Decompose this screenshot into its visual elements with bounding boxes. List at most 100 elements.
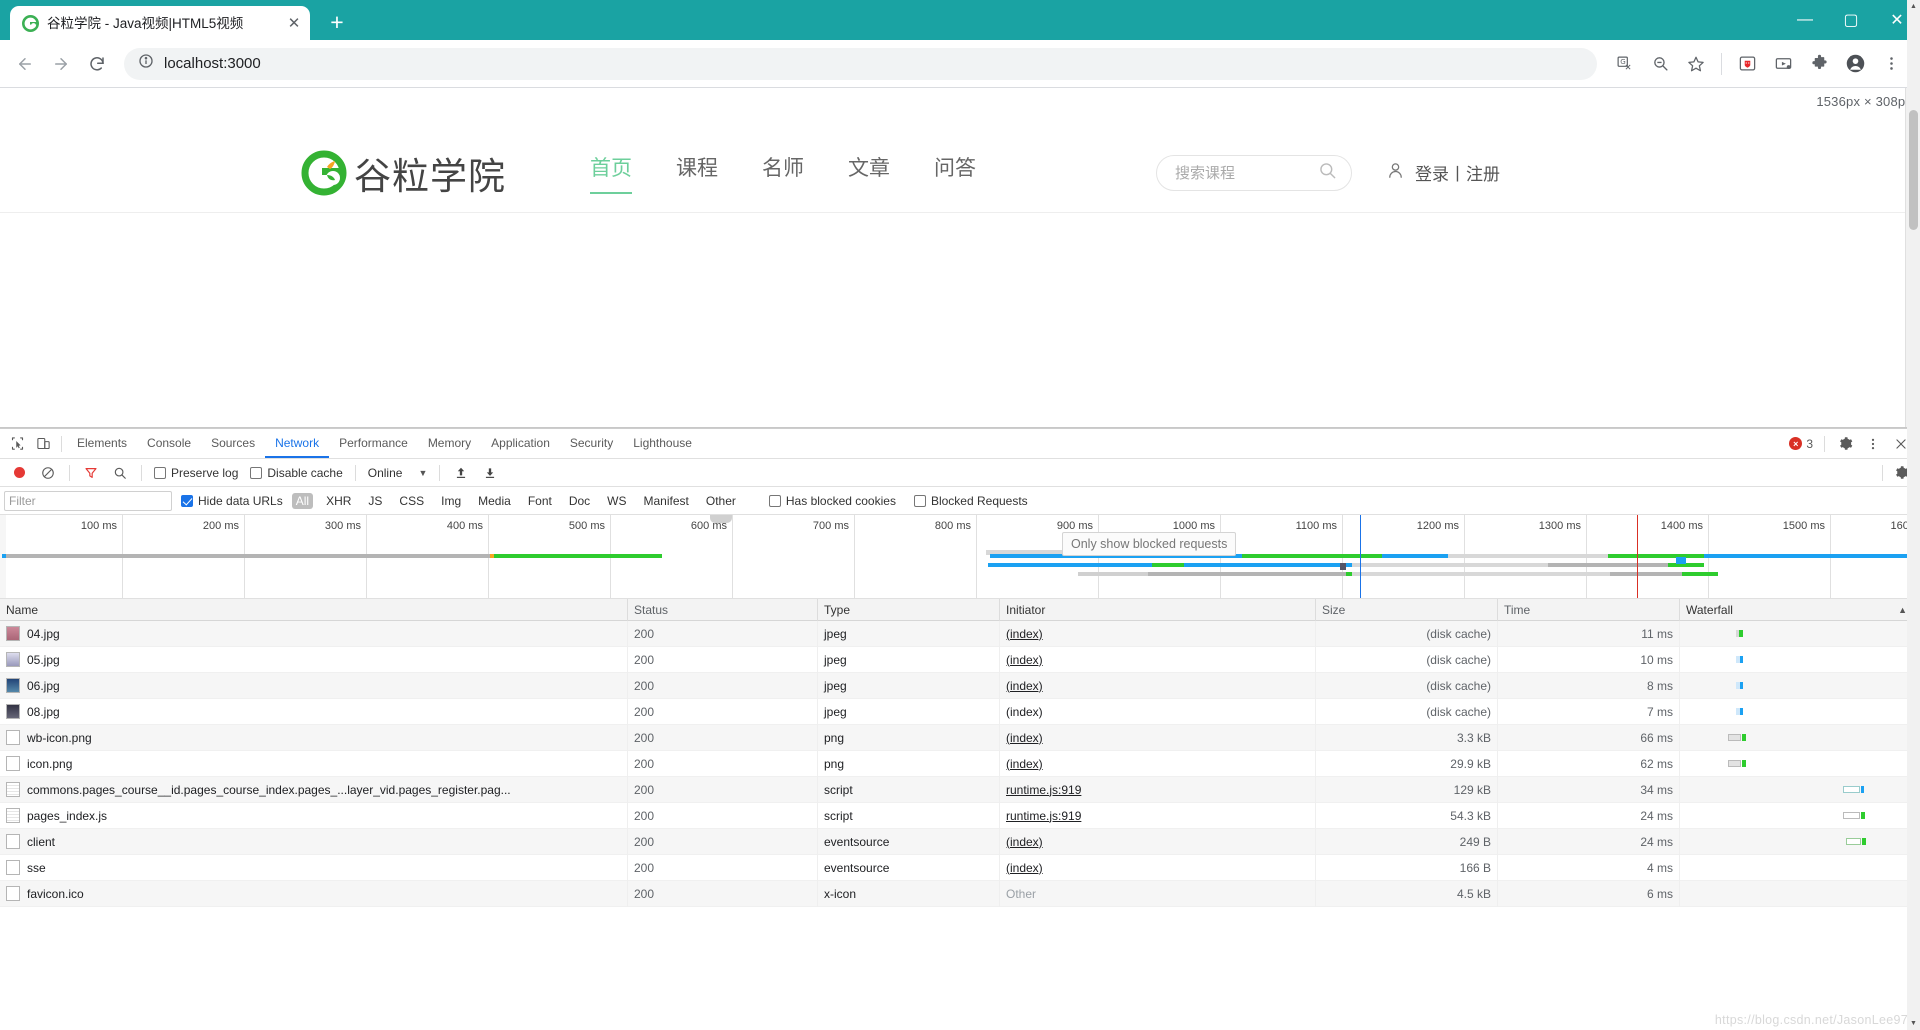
forward-arrow-icon[interactable] bbox=[44, 47, 78, 81]
login-register-link[interactable]: 登录丨注册 bbox=[1386, 160, 1500, 185]
minimize-icon[interactable]: ― bbox=[1782, 0, 1828, 40]
column-header-type[interactable]: Type bbox=[818, 599, 1000, 621]
inspect-element-icon[interactable] bbox=[4, 431, 30, 457]
request-initiator[interactable]: runtime.js:919 bbox=[1006, 809, 1081, 823]
column-header-name[interactable]: Name bbox=[0, 599, 628, 621]
new-tab-button[interactable]: + bbox=[320, 5, 354, 39]
nav-item-qa[interactable]: 问答 bbox=[934, 152, 976, 194]
has-blocked-cookies-box[interactable] bbox=[768, 494, 781, 507]
filter-type-all[interactable]: All bbox=[291, 492, 314, 509]
toggle-device-toolbar-icon[interactable] bbox=[30, 431, 56, 457]
preserve-log-checkbox[interactable]: Preserve log bbox=[154, 466, 238, 480]
filter-type-media[interactable]: Media bbox=[474, 493, 515, 509]
hide-data-urls-box[interactable] bbox=[181, 494, 193, 507]
request-initiator[interactable]: (index) bbox=[1006, 653, 1043, 667]
blocked-requests-checkbox[interactable]: Blocked Requests bbox=[913, 494, 1028, 508]
request-initiator[interactable]: (index) bbox=[1006, 627, 1043, 641]
column-header-time[interactable]: Time bbox=[1498, 599, 1680, 621]
table-row[interactable]: 08.jpg 200 jpeg (index) (disk cache) 7 m… bbox=[0, 698, 1920, 725]
request-initiator[interactable]: (index) bbox=[1006, 861, 1043, 875]
column-header-waterfall[interactable]: Waterfall ▲ bbox=[1680, 599, 1920, 621]
nav-item-courses[interactable]: 课程 bbox=[676, 152, 718, 194]
filter-type-ws[interactable]: WS bbox=[603, 493, 630, 509]
has-blocked-cookies-checkbox[interactable]: Has blocked cookies bbox=[768, 494, 896, 508]
table-row[interactable]: 05.jpg 200 jpeg (index) (disk cache) 10 … bbox=[0, 646, 1920, 673]
table-row[interactable]: pages_index.js 200 script runtime.js:919… bbox=[0, 802, 1920, 829]
table-row[interactable]: wb-icon.png 200 png (index) 3.3 kB 66 ms bbox=[0, 724, 1920, 751]
filter-type-other[interactable]: Other bbox=[702, 493, 740, 509]
course-search-input[interactable]: 搜索课程 bbox=[1156, 154, 1352, 191]
table-row[interactable]: icon.png 200 png (index) 29.9 kB 62 ms bbox=[0, 750, 1920, 777]
network-overview[interactable]: 100 ms 200 ms 300 ms 400 ms 500 ms 600 m… bbox=[0, 515, 1920, 599]
hide-data-urls-checkbox[interactable]: Hide data URLs bbox=[181, 494, 283, 508]
filter-type-img[interactable]: Img bbox=[437, 493, 465, 509]
table-scroll-down-arrow-icon[interactable]: ▼ bbox=[1907, 1017, 1920, 1030]
export-har-icon[interactable] bbox=[477, 460, 503, 486]
chevron-down-icon[interactable]: ▼ bbox=[418, 468, 427, 478]
nav-item-teachers[interactable]: 名师 bbox=[762, 152, 804, 194]
import-har-icon[interactable] bbox=[448, 460, 474, 486]
filter-type-xhr[interactable]: XHR bbox=[322, 493, 355, 509]
chrome-menu-icon[interactable] bbox=[1874, 47, 1908, 81]
error-count-badge[interactable]: × 3 bbox=[1789, 437, 1817, 451]
filter-type-js[interactable]: JS bbox=[364, 493, 386, 509]
preserve-log-box[interactable] bbox=[154, 466, 166, 479]
nav-item-articles[interactable]: 文章 bbox=[848, 152, 890, 194]
request-initiator[interactable]: (index) bbox=[1006, 835, 1043, 849]
zoom-out-icon[interactable] bbox=[1643, 47, 1677, 81]
nav-item-home[interactable]: 首页 bbox=[590, 152, 632, 194]
record-button[interactable] bbox=[6, 460, 32, 486]
filter-type-doc[interactable]: Doc bbox=[565, 493, 594, 509]
column-header-status[interactable]: Status bbox=[628, 599, 818, 621]
filter-input[interactable]: Filter bbox=[4, 490, 172, 511]
tab-application[interactable]: Application bbox=[481, 429, 560, 458]
reload-icon[interactable] bbox=[80, 47, 114, 81]
table-scrollbar[interactable]: ▲ ▼ bbox=[1907, 0, 1920, 1030]
filter-type-font[interactable]: Font bbox=[524, 493, 556, 509]
search-button[interactable] bbox=[107, 460, 133, 486]
devtools-more-icon[interactable] bbox=[1860, 431, 1886, 457]
browser-tab[interactable]: 谷粒学院 - Java视频|HTML5视频 ✕ bbox=[10, 6, 310, 40]
close-icon[interactable]: ✕ bbox=[284, 13, 304, 33]
request-initiator[interactable]: (index) bbox=[1006, 679, 1043, 693]
tab-network[interactable]: Network bbox=[265, 429, 330, 458]
tab-performance[interactable]: Performance bbox=[329, 429, 418, 458]
media-extension-icon[interactable] bbox=[1766, 47, 1800, 81]
clear-button[interactable] bbox=[35, 460, 61, 486]
tab-sources[interactable]: Sources bbox=[201, 429, 265, 458]
tab-console[interactable]: Console bbox=[137, 429, 201, 458]
column-header-initiator[interactable]: Initiator bbox=[1000, 599, 1316, 621]
devtools-settings-gear-icon[interactable] bbox=[1832, 431, 1858, 457]
maximize-icon[interactable]: ▢ bbox=[1828, 0, 1874, 40]
address-bar[interactable]: localhost:3000 bbox=[124, 47, 1597, 80]
table-row[interactable]: commons.pages_course__id.pages_course_in… bbox=[0, 776, 1920, 803]
table-row[interactable]: 04.jpg 200 jpeg (index) (disk cache) 11 … bbox=[0, 620, 1920, 647]
bookmark-star-icon[interactable] bbox=[1679, 47, 1713, 81]
puzzle-extension-icon[interactable] bbox=[1802, 47, 1836, 81]
filter-button[interactable] bbox=[78, 460, 104, 486]
filter-type-manifest[interactable]: Manifest bbox=[640, 493, 693, 509]
translate-icon[interactable]: G bbox=[1607, 47, 1641, 81]
request-initiator[interactable]: runtime.js:919 bbox=[1006, 783, 1081, 797]
table-row[interactable]: 06.jpg 200 jpeg (index) (disk cache) 8 m… bbox=[0, 672, 1920, 699]
tab-lighthouse[interactable]: Lighthouse bbox=[623, 429, 702, 458]
column-header-size[interactable]: Size bbox=[1316, 599, 1498, 621]
profile-avatar-icon[interactable] bbox=[1838, 47, 1872, 81]
shield-extension-icon[interactable] bbox=[1730, 47, 1764, 81]
throttle-dropdown[interactable]: Online ▼ bbox=[364, 466, 432, 480]
disable-cache-checkbox[interactable]: Disable cache bbox=[250, 466, 343, 480]
filter-type-css[interactable]: CSS bbox=[395, 493, 428, 509]
back-arrow-icon[interactable] bbox=[8, 47, 42, 81]
blocked-requests-box[interactable] bbox=[913, 494, 926, 507]
tab-elements[interactable]: Elements bbox=[67, 429, 137, 458]
search-icon[interactable] bbox=[1318, 161, 1337, 184]
table-row[interactable]: favicon.ico 200 x-icon Other 4.5 kB 6 ms bbox=[0, 880, 1920, 907]
request-initiator[interactable]: (index) bbox=[1006, 705, 1043, 719]
info-icon[interactable] bbox=[138, 53, 154, 74]
disable-cache-box[interactable] bbox=[250, 466, 263, 479]
site-logo[interactable]: 谷粒学院 bbox=[300, 146, 506, 200]
table-row[interactable]: client 200 eventsource (index) 249 B 24 … bbox=[0, 828, 1920, 855]
request-initiator[interactable]: (index) bbox=[1006, 757, 1043, 771]
table-row[interactable]: sse 200 eventsource (index) 166 B 4 ms bbox=[0, 854, 1920, 881]
request-initiator[interactable]: (index) bbox=[1006, 731, 1043, 745]
